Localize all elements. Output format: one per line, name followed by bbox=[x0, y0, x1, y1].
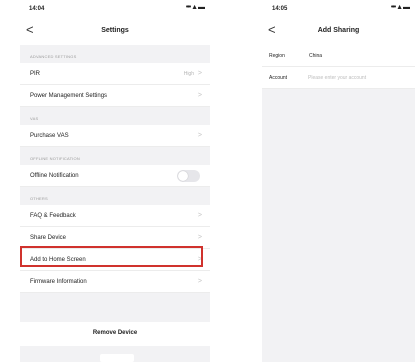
settings-row-power-management[interactable]: Power Management Settings > bbox=[20, 85, 210, 107]
row-label: Firmware Information bbox=[30, 279, 87, 285]
region-label: Region bbox=[269, 53, 285, 59]
settings-screen: 14:04 ••• ▲ ▬ < Settings ADVANCED SETTIN… bbox=[20, 0, 210, 362]
row-label: Add to Home Screen bbox=[30, 257, 86, 263]
signal-wifi-battery-icon: ••• ▲ ▬ bbox=[185, 4, 205, 11]
toggle-knob bbox=[178, 171, 188, 181]
status-time: 14:04 bbox=[29, 6, 45, 12]
chevron-right-icon: > bbox=[197, 132, 202, 139]
settings-row-share-device[interactable]: Share Device > bbox=[20, 227, 210, 249]
chevron-right-icon: > bbox=[197, 256, 202, 263]
settings-row-purchase-vas[interactable]: Purchase VAS > bbox=[20, 125, 210, 147]
row-label: PIR bbox=[30, 71, 41, 77]
account-label: Account bbox=[269, 75, 288, 81]
status-bar: 14:04 ••• ▲ ▬ bbox=[20, 0, 210, 18]
chevron-right-icon: > bbox=[197, 234, 202, 241]
chevron-right-icon: > bbox=[197, 92, 202, 99]
page-title: Settings bbox=[101, 27, 129, 34]
nav-bar: < Add Sharing bbox=[262, 18, 415, 45]
page-title: Add Sharing bbox=[317, 27, 360, 34]
status-bar: 14:05 ••• ▲ ▬ bbox=[262, 0, 415, 18]
settings-row-add-to-home-screen[interactable]: Add to Home Screen > bbox=[20, 249, 210, 271]
home-indicator bbox=[100, 354, 134, 362]
chevron-right-icon: > bbox=[197, 212, 202, 219]
account-row: Account bbox=[262, 67, 415, 89]
remove-device-button[interactable]: Remove Device bbox=[20, 322, 210, 346]
offline-notification-toggle[interactable] bbox=[177, 170, 200, 182]
region-row[interactable]: Region China bbox=[262, 45, 415, 67]
settings-row-pir[interactable]: PIR High > bbox=[20, 63, 210, 85]
signal-wifi-battery-icon: ••• ▲ ▬ bbox=[390, 4, 410, 11]
status-time: 14:05 bbox=[272, 6, 288, 12]
chevron-right-icon: > bbox=[197, 278, 202, 285]
row-label: Offline Notification bbox=[30, 173, 79, 179]
add-sharing-screen: 14:05 ••• ▲ ▬ < Add Sharing Region China… bbox=[262, 0, 415, 362]
account-input[interactable] bbox=[308, 73, 408, 83]
row-value: High bbox=[183, 71, 194, 77]
settings-row-offline-notification: Offline Notification bbox=[20, 165, 210, 187]
row-label: Share Device bbox=[30, 235, 67, 241]
section-header-offline-notification: OFFLINE NOTIFICATION bbox=[30, 156, 80, 161]
section-header-others: OTHERS bbox=[30, 196, 48, 201]
row-label: Purchase VAS bbox=[30, 133, 69, 139]
region-value: China bbox=[309, 53, 323, 59]
row-label: Power Management Settings bbox=[30, 93, 108, 99]
section-header-advanced-settings: ADVANCED SETTINGS bbox=[30, 54, 77, 59]
chevron-right-icon: > bbox=[197, 70, 202, 77]
settings-row-firmware-information[interactable]: Firmware Information > bbox=[20, 271, 210, 293]
settings-row-faq-feedback[interactable]: FAQ & Feedback > bbox=[20, 205, 210, 227]
row-label: FAQ & Feedback bbox=[30, 213, 76, 219]
section-header-vas: VAS bbox=[30, 116, 39, 121]
nav-bar: < Settings bbox=[20, 18, 210, 45]
